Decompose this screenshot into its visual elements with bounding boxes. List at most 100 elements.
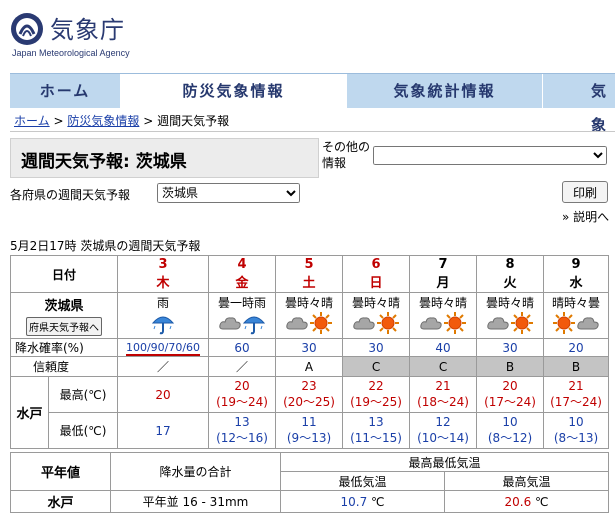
tab-weather[interactable]: 気象 bbox=[543, 74, 615, 134]
weather-icons bbox=[344, 311, 409, 338]
umbrella-icon bbox=[242, 311, 266, 338]
normals-min-value: 10.7 ℃ bbox=[280, 490, 445, 513]
date-cell: 5土 bbox=[275, 255, 344, 293]
weather-icons bbox=[411, 311, 476, 338]
date-cell: 4金 bbox=[208, 255, 277, 293]
min-temp-row: 最低(℃) 17 13 (12～16) 11 (9～13) 13 (11～15) 12… bbox=[11, 412, 610, 449]
weather-icons bbox=[210, 311, 275, 338]
tab-disaster-info[interactable]: 防災気象情報 bbox=[121, 74, 346, 108]
precip-value: 60 bbox=[208, 338, 277, 357]
max-temp-value: 20 (17～24) bbox=[476, 376, 545, 413]
precip-value[interactable]: 100/90/70/60 bbox=[117, 338, 210, 357]
breadcrumb-home-link[interactable]: ホーム bbox=[14, 114, 50, 128]
max-temp-value: 21 (18～24) bbox=[409, 376, 478, 413]
weather-cell: 曇一時雨 bbox=[208, 292, 277, 339]
precip-label: 降水確率(%) bbox=[9, 338, 119, 357]
other-info-label: その他の情報 bbox=[322, 140, 371, 170]
jma-logo[interactable]: 気象庁 Japan Meteorological Agency bbox=[10, 8, 210, 60]
weather-text: 曇時々晴 bbox=[419, 296, 468, 310]
min-temp-value: 17 bbox=[117, 412, 210, 449]
min-temp-value: 12 (10～14) bbox=[409, 412, 478, 449]
issued-time: 5月2日17時 茨城県の週間天気予報 bbox=[10, 239, 201, 253]
weather-text: 曇一時雨 bbox=[218, 296, 267, 310]
weather-text: 雨 bbox=[157, 296, 170, 310]
reliability-value: ／ bbox=[117, 356, 210, 377]
precip-value: 30 bbox=[342, 338, 411, 357]
sun-icon bbox=[552, 311, 576, 338]
date-cell: 3木 bbox=[117, 255, 210, 293]
agency-name-en: Japan Meteorological Agency bbox=[12, 48, 130, 58]
sun-icon bbox=[443, 311, 467, 338]
reliability-value: B bbox=[543, 356, 610, 377]
prefecture-select[interactable]: 茨城県 bbox=[157, 183, 300, 203]
normals-label: 平年値 bbox=[10, 452, 111, 491]
min-temp-value: 10 (8～13) bbox=[543, 412, 610, 449]
weather-text: 曇時々晴 bbox=[352, 296, 401, 310]
min-temp-value: 13 (11～15) bbox=[342, 412, 411, 449]
breadcrumb-separator: > bbox=[143, 114, 154, 128]
region-cell: 茨城県 府県天気予報へ bbox=[9, 292, 119, 339]
weather-icons bbox=[478, 311, 543, 338]
cloud-icon bbox=[486, 311, 510, 338]
region-name: 茨城県 bbox=[44, 299, 84, 314]
date-cell: 9水 bbox=[543, 255, 610, 293]
min-temp-label: 最低(℃) bbox=[47, 412, 119, 449]
reliability-value: C bbox=[342, 356, 411, 377]
reliability-value: A bbox=[275, 356, 344, 377]
max-temp-value: 20 bbox=[117, 376, 210, 413]
max-temp-label: 最高(℃) bbox=[47, 376, 119, 413]
cloud-icon bbox=[419, 311, 443, 338]
tab-home[interactable]: ホーム bbox=[10, 74, 120, 108]
min-temp-value: 11 (9～13) bbox=[275, 412, 344, 449]
prefecture-select-label: 各府県の週間天気予報 bbox=[10, 188, 131, 202]
weather-row: 茨城県 府県天気予報へ 雨 曇一時雨 曇時々晴 曇時々晴 曇時々晴 曇時々晴 晴… bbox=[9, 292, 610, 339]
help-link[interactable]: » 説明へ bbox=[562, 208, 609, 225]
divider bbox=[10, 131, 615, 132]
normals-precip-value: 平年並 16 - 31mm bbox=[110, 490, 281, 513]
sun-icon bbox=[376, 311, 400, 338]
weather-text: 曇時々晴 bbox=[486, 296, 535, 310]
agency-name: 気象庁 bbox=[50, 16, 125, 44]
normals-table: 平年値 降水量の合計 最高最低気温 最低気温 最高気温 水戸 平年並 16 - … bbox=[10, 452, 610, 513]
date-header: 日付 bbox=[9, 255, 119, 293]
weather-text: 晴時々曇 bbox=[552, 296, 601, 310]
other-info-select[interactable] bbox=[373, 146, 607, 165]
weather-cell: 曇時々晴 bbox=[476, 292, 545, 339]
print-button[interactable]: 印刷 bbox=[562, 181, 608, 203]
normals-temp-header: 最高最低気温 bbox=[279, 452, 610, 472]
breadcrumb-disaster-link[interactable]: 防災気象情報 bbox=[67, 114, 139, 128]
date-cell: 6日 bbox=[342, 255, 411, 293]
sun-icon bbox=[309, 311, 333, 338]
weekly-forecast-table: 日付 3木 4金 5土 6日 7月 8火 9水 茨城県 府県天気予報へ 雨 曇一… bbox=[9, 255, 610, 449]
city-name: 水戸 bbox=[10, 376, 49, 449]
cloud-icon bbox=[218, 311, 242, 338]
normals-max-header: 最高気温 bbox=[443, 471, 610, 491]
date-cell: 8火 bbox=[476, 255, 545, 293]
weather-icons bbox=[545, 311, 608, 338]
cloud-icon bbox=[352, 311, 376, 338]
weather-text: 曇時々晴 bbox=[285, 296, 334, 310]
page-title: 週間天気予報: 茨城県 bbox=[21, 152, 187, 172]
precip-row: 降水確率(%) 100/90/70/60 60 30 30 40 30 20 bbox=[9, 338, 610, 357]
reliability-value: ／ bbox=[208, 356, 277, 377]
min-temp-value: 13 (12～16) bbox=[208, 412, 277, 449]
tab-statistics[interactable]: 気象統計情報 bbox=[347, 74, 542, 108]
breadcrumb-current: 週間天気予報 bbox=[157, 114, 230, 128]
umbrella-icon bbox=[151, 311, 175, 338]
date-cell: 7月 bbox=[409, 255, 478, 293]
weather-cell: 雨 bbox=[117, 292, 210, 339]
normals-max-value: 20.6 ℃ bbox=[443, 490, 610, 513]
precip-value: 30 bbox=[476, 338, 545, 357]
date-row: 日付 3木 4金 5土 6日 7月 8火 9水 bbox=[9, 255, 610, 293]
breadcrumb: ホーム > 防災気象情報 > 週間天気予報 bbox=[14, 112, 229, 129]
max-temp-value: 22 (19～25) bbox=[342, 376, 411, 413]
cloud-icon bbox=[285, 311, 309, 338]
max-temp-row: 水戸 最高(℃) 20 20 (19～24) 23 (20～25) 22 (19～25… bbox=[10, 376, 610, 449]
prefecture-forecast-button[interactable]: 府県天気予報へ bbox=[26, 317, 102, 336]
normals-min-header: 最低気温 bbox=[280, 471, 445, 491]
weather-icons bbox=[119, 311, 208, 338]
sun-icon bbox=[510, 311, 534, 338]
jma-emblem-icon bbox=[11, 13, 43, 45]
weather-icons bbox=[277, 311, 342, 338]
weather-cell: 曇時々晴 bbox=[409, 292, 478, 339]
